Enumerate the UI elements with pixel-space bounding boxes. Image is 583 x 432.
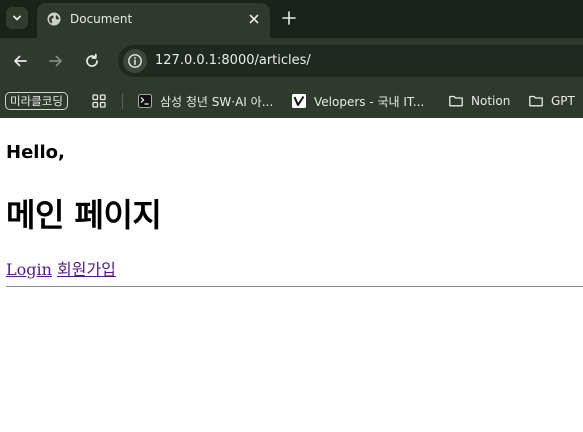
folder-icon	[529, 95, 543, 107]
bookmark-label: Notion	[471, 94, 511, 108]
login-link[interactable]: Login	[6, 260, 52, 279]
bookmark-label: 미라클코딩	[5, 92, 68, 110]
info-icon	[128, 54, 142, 68]
bookmark-miracle-coding[interactable]: 미라클코딩	[5, 90, 68, 112]
tab-document[interactable]: Document	[37, 3, 270, 38]
new-tab-plus-icon[interactable]	[281, 10, 297, 26]
globe-icon	[47, 12, 61, 26]
tab-search-button[interactable]	[6, 7, 28, 29]
back-arrow-icon[interactable]	[11, 52, 29, 70]
bookmark-label: GPT	[551, 94, 575, 108]
horizontal-rule	[6, 286, 583, 287]
bookmark-folder-gpt[interactable]: GPT	[528, 90, 575, 112]
terminal-icon	[138, 94, 152, 108]
signup-link[interactable]: 회원가입	[57, 260, 116, 279]
greeting-text: Hello,	[6, 142, 65, 163]
bookmark-velopers[interactable]: Velopers - 국내 IT...	[291, 90, 424, 112]
chevron-down-icon	[13, 15, 21, 21]
address-bar[interactable]: 127.0.0.1:8000/articles/	[118, 45, 583, 77]
site-info-button[interactable]	[123, 49, 147, 73]
velopers-icon	[292, 94, 306, 108]
bookmark-apps[interactable]	[91, 90, 107, 112]
page-title: 메인 페이지	[6, 196, 162, 234]
url-text[interactable]: 127.0.0.1:8000/articles/	[155, 53, 311, 68]
bookmark-label: 삼성 청년 SW·AI 아...	[160, 94, 274, 109]
tab-title: Document	[70, 12, 133, 26]
apps-grid-icon	[92, 94, 106, 108]
forward-arrow-icon[interactable]	[47, 52, 65, 70]
folder-icon	[449, 95, 463, 107]
auth-links: Login 회원가입	[6, 256, 116, 280]
toolbar: 127.0.0.1:8000/articles/	[0, 38, 583, 84]
tab-strip: Document	[0, 0, 583, 38]
browser-window: Document 127.0.0.1:8000/articles/ 미라클코딩 …	[0, 0, 583, 432]
bookmarks-bar: 미라클코딩 삼성 청년 SW·AI 아... Velopers - 국내 IT.…	[0, 84, 583, 118]
close-icon[interactable]	[247, 12, 261, 26]
bookmarks-divider	[122, 93, 123, 109]
reload-icon[interactable]	[83, 52, 101, 70]
bookmark-folder-notion[interactable]: Notion	[448, 90, 510, 112]
bookmark-label: Velopers - 국내 IT...	[314, 94, 425, 109]
page-content: Hello, 메인 페이지 Login 회원가입	[0, 118, 583, 432]
bookmark-samsung-sw-ai[interactable]: 삼성 청년 SW·AI 아...	[137, 90, 273, 112]
